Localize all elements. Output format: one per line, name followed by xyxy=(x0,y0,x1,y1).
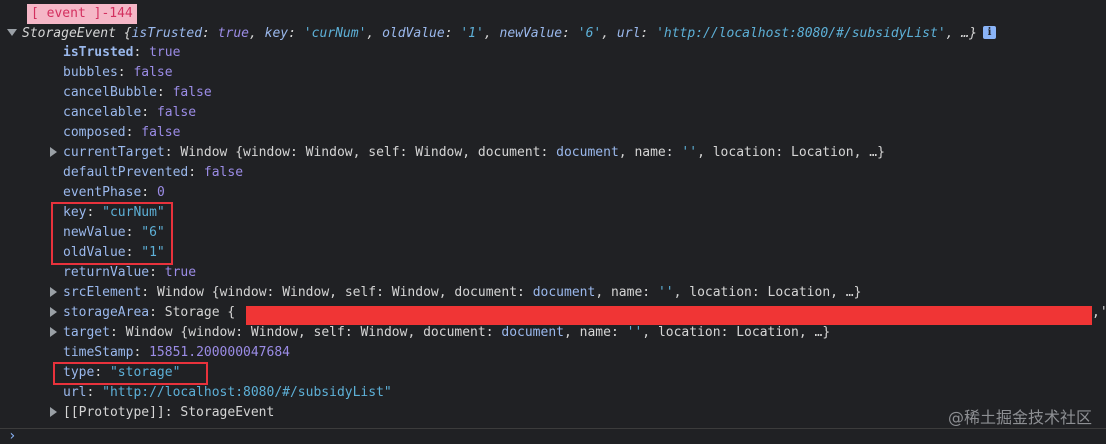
expand-triangle-right-icon[interactable] xyxy=(47,283,59,303)
prop-url: url: "http://localhost:8080/#/subsidyLis… xyxy=(63,385,392,400)
prop-cancelable: cancelable: false xyxy=(63,105,197,120)
console-output: [ event ]-144 StorageEvent {isTrusted: t… xyxy=(0,0,1106,428)
expand-triangle-right-icon[interactable] xyxy=(47,303,59,323)
log-tag: [ event ]-144 xyxy=(27,4,137,24)
highlight-box-type xyxy=(53,362,208,385)
prop-bubbles: bubbles: false xyxy=(63,65,173,80)
console-prompt-bar[interactable]: › xyxy=(0,428,1106,444)
object-type-name: StorageEvent xyxy=(22,26,116,41)
prop-eventPhase: eventPhase: 0 xyxy=(63,185,165,200)
expand-triangle-right-icon[interactable] xyxy=(47,403,59,423)
prop-defaultPrevented: defaultPrevented: false xyxy=(63,165,244,180)
info-icon[interactable]: i xyxy=(982,26,996,39)
prop-composed: composed: false xyxy=(63,125,181,140)
expand-triangle-right-icon[interactable] xyxy=(47,143,59,163)
prop-returnValue: returnValue: true xyxy=(63,265,197,280)
prompt-chevron-icon: › xyxy=(8,428,17,444)
expand-triangle-right-icon[interactable] xyxy=(47,323,59,343)
prop-isTrusted: isTrusted: true xyxy=(63,45,181,60)
prop-cancelBubble: cancelBubble: false xyxy=(63,85,212,100)
highlight-box-key-values xyxy=(51,202,173,265)
expand-triangle-down-icon[interactable] xyxy=(6,24,18,44)
watermark: @稀土掘金技术社区 xyxy=(947,408,1092,427)
prop-timeStamp: timeStamp: 15851.200000047684 xyxy=(63,345,290,360)
